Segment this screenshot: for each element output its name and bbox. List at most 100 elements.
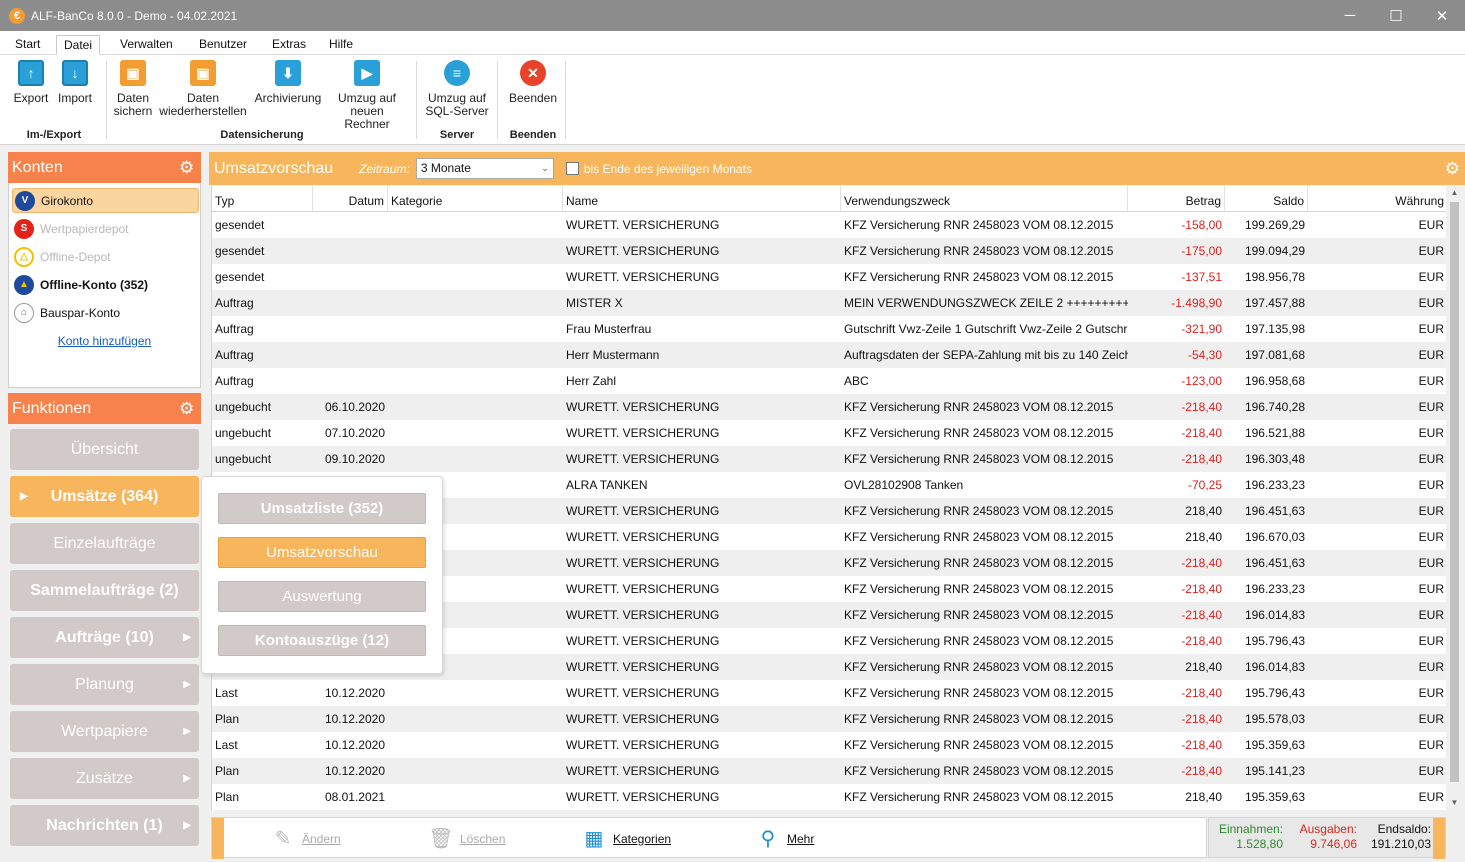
table-row[interactable]: ungebucht 06.10.2020 WURETT. VERSICHERUNG K…	[212, 394, 1446, 420]
cell-name: WURETT. VERSICHERUNG	[566, 608, 720, 622]
konto-wertpapierdepot[interactable]: S Wertpapierdepot	[12, 216, 199, 241]
archivierung-button[interactable]: ⬇ Archivierung	[253, 60, 323, 105]
lock-save-icon: ▣	[120, 60, 146, 86]
nav-wertpapiere-button[interactable]: Wertpapiere ▶	[10, 711, 199, 752]
cell-betrag: -218,40	[1181, 426, 1222, 440]
nav-zusaetze-button[interactable]: Zusätze ▶	[10, 758, 199, 799]
loeschen-button[interactable]: 🗑 Löschen	[428, 818, 505, 859]
table-row[interactable]: gesendet WURETT. VERSICHERUNG KFZ Versiche…	[212, 264, 1446, 290]
table-row[interactable]: Auftrag Frau Musterfrau Gutschrift Vwz-Zei…	[212, 316, 1446, 342]
table-settings-gear-icon[interactable]: ⚙	[1445, 160, 1460, 177]
cell-waehrung: EUR	[1418, 764, 1444, 778]
group-server-label: Server	[439, 129, 475, 141]
tab-extras[interactable]: Extras	[265, 35, 313, 55]
col-verwendungszweck[interactable]: Verwendungszweck	[841, 186, 1128, 212]
cell-name: WURETT. VERSICHERUNG	[566, 218, 720, 232]
table-row[interactable]: ungebucht 09.10.2020 WURETT. VERSICHERUNG K…	[212, 446, 1446, 472]
daten-sichern-button[interactable]: ▣ Daten sichern	[112, 60, 154, 118]
cell-saldo: 196.521,88	[1244, 426, 1305, 440]
table-row[interactable]: gesendet WURETT. VERSICHERUNG KFZ Versiche…	[212, 212, 1446, 238]
cell-saldo: 196.670,03	[1244, 530, 1305, 544]
cell-waehrung: EUR	[1418, 608, 1444, 622]
col-typ[interactable]: Typ	[212, 186, 313, 212]
table-row[interactable]: Last 10.12.2020 WURETT. VERSICHERUNG KFZ Ve…	[212, 680, 1446, 706]
table-row[interactable]: Auftrag MISTER X MEIN VERWENDUNGSZWECK ZEI…	[212, 290, 1446, 316]
funktionen-settings-gear-icon[interactable]: ⚙	[179, 400, 196, 417]
tab-datei[interactable]: Datei	[56, 35, 101, 55]
col-kategorie[interactable]: Kategorie	[388, 186, 563, 212]
nav-einzelauftraege-button[interactable]: Einzelaufträge	[10, 523, 199, 564]
scroll-up-icon[interactable]: ▲	[1446, 186, 1463, 200]
nav-uebersicht-button[interactable]: Übersicht	[10, 429, 199, 470]
cell-verwendungszweck: ABC	[844, 374, 869, 388]
cell-datum	[313, 212, 388, 238]
export-button[interactable]: ↑ Export	[12, 60, 50, 105]
cell-verwendungszweck: KFZ Versicherung RNR 2458023 VOM 08.12.2…	[844, 764, 1114, 778]
kategorien-button[interactable]: ▦ Kategorien	[581, 818, 672, 859]
col-saldo[interactable]: Saldo	[1225, 186, 1308, 212]
cell-name: WURETT. VERSICHERUNG	[566, 270, 720, 284]
maximize-button[interactable]: ☐	[1373, 0, 1419, 31]
cell-name: Frau Musterfrau	[566, 322, 652, 336]
table-row[interactable]: Plan 10.12.2020 WURETT. VERSICHERUNG KFZ Ve…	[212, 758, 1446, 784]
table-row[interactable]: Plan 08.01.2021 WURETT. VERSICHERUNG KFZ Ve…	[212, 784, 1446, 810]
saldo-accent-strip	[1433, 818, 1445, 859]
cell-verwendungszweck: KFZ Versicherung RNR 2458023 VOM 08.12.2…	[844, 218, 1114, 232]
cell-betrag: 218,40	[1185, 504, 1222, 518]
umzug-sql-button[interactable]: ≡ Umzug auf SQL-Server	[424, 60, 490, 118]
konto-bauspar-konto[interactable]: ⌂ Bauspar-Konto	[12, 300, 199, 325]
submenu-umsatzvorschau-button[interactable]: Umsatzvorschau	[218, 537, 426, 568]
cell-verwendungszweck: KFZ Versicherung RNR 2458023 VOM 08.12.2…	[844, 686, 1114, 700]
konto-hinzufuegen-link[interactable]: Konto hinzufügen	[9, 334, 200, 348]
table-row[interactable]: ungebucht 07.10.2020 WURETT. VERSICHERUNG K…	[212, 420, 1446, 446]
nav-umsaetze-button[interactable]: ▶ Umsätze (364)	[10, 476, 199, 517]
aendern-button[interactable]: ✎ Ändern	[270, 818, 341, 859]
tab-start[interactable]: Start	[8, 35, 47, 55]
konto-offline-konto[interactable]: ▲ Offline-Konto (352)	[12, 272, 199, 297]
import-button[interactable]: ↓ Import	[56, 60, 94, 105]
tab-benutzer[interactable]: Benutzer	[192, 35, 254, 55]
cell-kategorie	[388, 316, 563, 342]
mehr-button[interactable]: ⚲ Mehr	[755, 818, 815, 859]
nav-auftraege-button[interactable]: Aufträge (10) ▶	[10, 617, 199, 658]
table-row[interactable]: Auftrag Herr Zahl ABC -123,00 196.958,68 EUR	[212, 368, 1446, 394]
daten-wiederherstellen-button[interactable]: ▣ Daten wiederherstellen	[158, 60, 248, 118]
table-row[interactable]: Auftrag Herr Mustermann Auftragsdaten der …	[212, 342, 1446, 368]
export-icon: ↑	[18, 60, 44, 86]
table-row[interactable]: Plan 10.12.2020 WURETT. VERSICHERUNG KFZ Ve…	[212, 706, 1446, 732]
col-name[interactable]: Name	[563, 186, 841, 212]
scroll-down-icon[interactable]: ▼	[1446, 796, 1463, 810]
scroll-thumb[interactable]	[1450, 202, 1459, 782]
konto-girokonto[interactable]: V Girokonto	[12, 188, 199, 213]
col-waehrung[interactable]: Währung	[1308, 186, 1446, 212]
cell-kategorie	[388, 758, 563, 784]
col-betrag[interactable]: Betrag	[1128, 186, 1225, 212]
submenu-auswertung-button[interactable]: Auswertung	[218, 581, 426, 612]
table-row[interactable]: Last 10.12.2020 WURETT. VERSICHERUNG KFZ Ve…	[212, 732, 1446, 758]
cell-waehrung: EUR	[1418, 556, 1444, 570]
nav-sammelauftraege-button[interactable]: Sammelaufträge (2)	[10, 570, 199, 611]
cell-typ: ungebucht	[215, 452, 272, 466]
submenu-kontoauszuege-button[interactable]: Kontoauszüge (12)	[218, 625, 426, 656]
tab-verwalten[interactable]: Verwalten	[113, 35, 180, 55]
zeitraum-select[interactable]: 3 Monate ⌄	[415, 158, 554, 179]
chevron-down-icon: ⌄	[541, 163, 549, 173]
minimize-button[interactable]: ─	[1327, 0, 1373, 31]
cell-betrag: -218,40	[1181, 556, 1222, 570]
monatsende-checkbox[interactable]	[565, 162, 579, 175]
ribbon-separator	[497, 61, 498, 139]
table-row[interactable]: gesendet WURETT. VERSICHERUNG KFZ Versiche…	[212, 238, 1446, 264]
umzug-rechner-button[interactable]: ▶ Umzug auf neuen Rechner	[326, 60, 408, 131]
col-datum[interactable]: Datum	[313, 186, 388, 212]
beenden-button[interactable]: ✕ Beenden	[507, 60, 559, 105]
cell-name: WURETT. VERSICHERUNG	[566, 738, 720, 752]
tab-hilfe[interactable]: Hilfe	[322, 35, 360, 55]
cell-betrag: -123,00	[1181, 374, 1222, 388]
table-scrollbar[interactable]: ▲ ▼	[1446, 186, 1463, 810]
konten-settings-gear-icon[interactable]: ⚙	[179, 159, 196, 176]
close-window-button[interactable]: ✕	[1419, 0, 1465, 31]
konto-offline-depot[interactable]: △ Offline-Depot	[12, 244, 199, 269]
nav-nachrichten-button[interactable]: Nachrichten (1) ▶	[10, 805, 199, 846]
nav-planung-button[interactable]: Planung ▶	[10, 664, 199, 705]
submenu-umsatzliste-button[interactable]: Umsatzliste (352)	[218, 493, 426, 524]
